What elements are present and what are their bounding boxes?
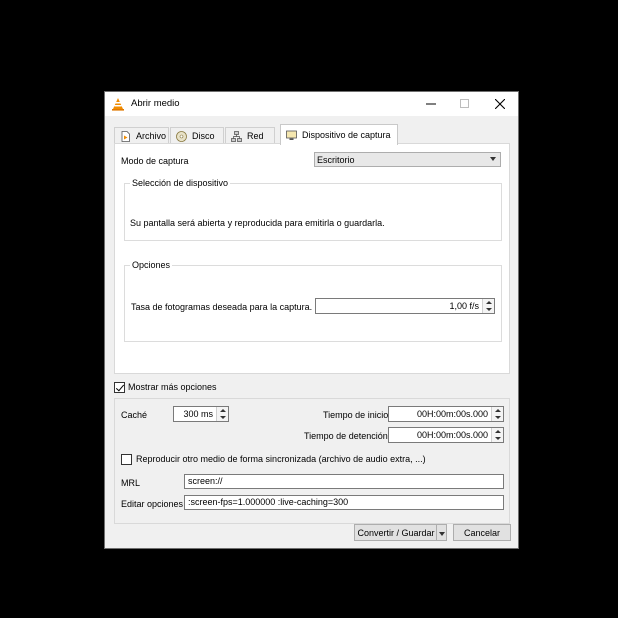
options-title: Opciones (130, 260, 173, 270)
minimize-button[interactable] (414, 92, 448, 116)
capture-device-icon (286, 130, 297, 140)
fps-spinbox[interactable]: 1,00 f/s (315, 298, 495, 314)
options-group: Opciones Tasa de fotogramas deseada para… (124, 260, 502, 342)
cache-stepper[interactable] (216, 407, 228, 421)
arrow-down-icon (495, 437, 501, 440)
network-icon (231, 130, 242, 142)
arrow-up-icon (486, 301, 492, 304)
arrow-down-icon (220, 416, 226, 419)
arrow-down-icon (495, 416, 501, 419)
maximize-button[interactable] (448, 92, 482, 116)
arrow-up-icon (495, 430, 501, 433)
sync-media-checkbox[interactable] (121, 454, 132, 465)
maximize-icon (460, 99, 469, 108)
fps-stepper[interactable] (482, 299, 494, 313)
cache-value: 300 ms (183, 409, 213, 419)
show-more-options-checkbox[interactable] (114, 382, 125, 393)
window-title: Abrir medio (131, 98, 180, 109)
minimize-icon (426, 103, 436, 105)
stop-time-label: Tiempo de detención (304, 431, 388, 441)
arrow-up-icon (220, 409, 226, 412)
cache-spinbox[interactable]: 300 ms (173, 406, 229, 422)
stop-time-stepper[interactable] (491, 428, 503, 442)
edit-options-value: :screen-fps=1.000000 :live-caching=300 (188, 497, 349, 507)
device-selection-title: Selección de dispositivo (130, 178, 231, 188)
edit-options-field[interactable]: :screen-fps=1.000000 :live-caching=300 (184, 495, 504, 510)
tab-archivo-label: Archivo (136, 131, 167, 141)
show-more-options-label: Mostrar más opciones (128, 382, 217, 392)
start-time-stepper[interactable] (491, 407, 503, 421)
cancel-label: Cancelar (463, 527, 501, 538)
more-options-panel: Caché 300 ms Tiempo de inicio 00H:00m:00… (114, 398, 510, 524)
tab-dispositivo-label: Dispositivo de captura (302, 130, 391, 140)
device-selection-group: Selección de dispositivo Su pantalla ser… (124, 178, 502, 241)
vlc-cone-icon (112, 98, 124, 111)
capture-mode-label: Modo de captura (121, 156, 189, 166)
stop-time-spinbox[interactable]: 00H:00m:00s.000 (388, 427, 504, 443)
open-media-dialog: Abrir medio Archivo Disco Red Dispositiv… (104, 91, 519, 549)
stop-time-value: 00H:00m:00s.000 (416, 430, 488, 440)
tab-archivo[interactable]: Archivo (114, 127, 169, 144)
arrow-down-icon (486, 308, 492, 311)
sync-media-label: Reproducir otro medio de forma sincroniz… (136, 454, 426, 464)
mrl-value: screen:// (188, 476, 223, 486)
tab-red[interactable]: Red (225, 127, 275, 144)
start-time-label: Tiempo de inicio (323, 410, 389, 420)
tab-dispositivo-de-captura[interactable]: Dispositivo de captura (280, 124, 398, 145)
chevron-down-icon (439, 532, 445, 536)
tab-red-label: Red (247, 131, 264, 141)
tab-disco[interactable]: Disco (170, 127, 224, 144)
mrl-field[interactable]: screen:// (184, 474, 504, 489)
capture-mode-value: Escritorio (317, 155, 355, 165)
title-bar: Abrir medio (105, 92, 518, 116)
capture-panel: Modo de captura Escritorio Selección de … (114, 143, 510, 374)
close-button[interactable] (483, 92, 517, 116)
convert-save-button[interactable]: Convertir / Guardar (354, 524, 437, 541)
mrl-label: MRL (121, 478, 141, 488)
convert-save-dropdown[interactable] (436, 524, 447, 541)
disc-icon (176, 130, 187, 142)
arrow-up-icon (495, 409, 501, 412)
chevron-down-icon (490, 157, 496, 161)
edit-options-label: Editar opciones (121, 499, 184, 509)
cancel-button[interactable]: Cancelar (453, 524, 511, 541)
start-time-value: 00H:00m:00s.000 (416, 409, 488, 419)
device-message: Su pantalla será abierta y reproducida p… (130, 218, 385, 228)
cache-label: Caché (121, 410, 148, 420)
fps-label: Tasa de fotogramas deseada para la captu… (131, 302, 313, 312)
capture-mode-select[interactable]: Escritorio (314, 152, 501, 167)
convert-save-label: Convertir / Guardar (357, 527, 435, 538)
tab-disco-label: Disco (192, 131, 215, 141)
fps-value: 1,00 f/s (449, 301, 479, 311)
close-icon (495, 99, 505, 109)
file-icon (121, 130, 130, 142)
start-time-spinbox[interactable]: 00H:00m:00s.000 (388, 406, 504, 422)
